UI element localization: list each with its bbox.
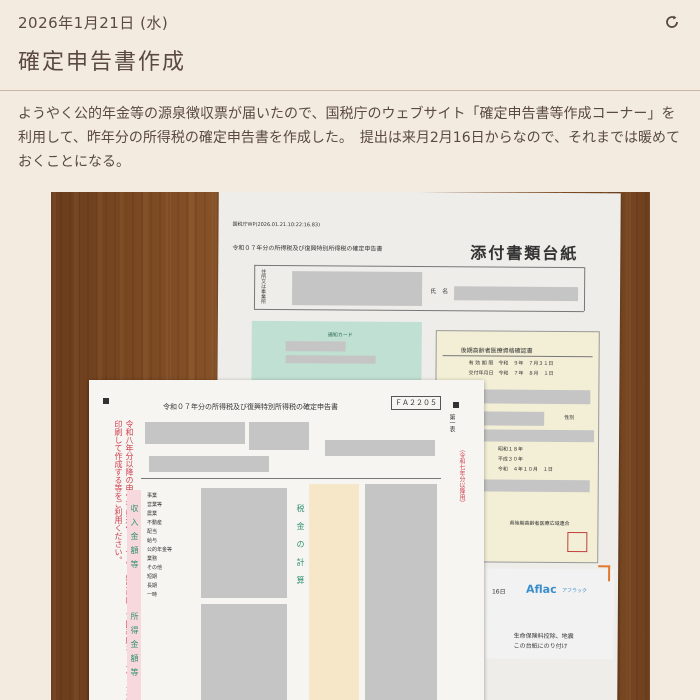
post-date: 2026年1月21日 (水): [18, 13, 169, 32]
title-divider: [0, 90, 700, 91]
form-section: 第一表: [448, 414, 455, 432]
post-title: 確定申告書作成: [18, 50, 187, 75]
aflac-logo: Aflac: [525, 582, 557, 596]
form-row-label: 給与: [147, 538, 158, 544]
post-photo: 国税庁WP(2026.01.21.10:22:16.83) 令和０７年分の所得税…: [51, 192, 650, 700]
post-header: 2026年1月21日 (水): [18, 10, 682, 34]
form-row-label: 農業: [147, 511, 158, 517]
address-redaction: [291, 271, 423, 307]
form-row-label: 営業等: [147, 502, 163, 508]
medical-card-title: 後期高齢者医療資格確認書: [460, 347, 533, 355]
reload-icon[interactable]: [662, 12, 682, 32]
post-body: ようやく公的年金等の源泉徴収票が届いたので、国税庁のウェブサイト「確定申告書等作…: [18, 106, 681, 170]
attachment-header: 国税庁WP(2026.01.21.10:22:16.83): [232, 221, 321, 229]
income-amount-label: 所得金額等: [130, 612, 139, 682]
form-code: ＦＡ２２０５: [391, 396, 441, 410]
form-row-label: その他: [147, 565, 163, 571]
tax-calc-label: 税金の計算: [296, 504, 305, 594]
form-row-label: 公的年金等: [147, 547, 173, 553]
seal-stamp: [567, 532, 588, 553]
attachment-title: 添付書類台紙: [470, 243, 579, 264]
name-redaction: [454, 286, 579, 302]
aflac-document: 16日 Aflac アフラック 生命保険料控除、地震 この台紙にのり付け: [485, 568, 615, 660]
form-row-label: 一時: [147, 592, 158, 598]
form-row-label: 事業: [147, 493, 158, 499]
income-label: 収入金額等: [130, 504, 139, 574]
form-row-label: 業務: [147, 556, 158, 562]
tax-form-title: 令和０７年分の所得税及び復興特別所得税の確定申告書: [163, 403, 338, 411]
address-label: 住所又は事業所: [259, 268, 267, 304]
notification-card: 通知カード: [251, 320, 422, 385]
form-row-label: 長期: [147, 583, 158, 589]
tax-return-form: 令和０７年分の所得税及び復興特別所得税の確定申告書 ＦＡ２２０５ 第一表 （令和…: [89, 380, 484, 700]
form-row-label: 短期: [147, 574, 158, 580]
attachment-subtitle: 令和０７年分の所得税及び復興特別所得税の確定申告書: [232, 244, 383, 253]
name-label: 氏 名: [430, 288, 449, 296]
form-row-label: 配当: [147, 529, 158, 535]
form-row-label: 不動産: [147, 520, 163, 526]
